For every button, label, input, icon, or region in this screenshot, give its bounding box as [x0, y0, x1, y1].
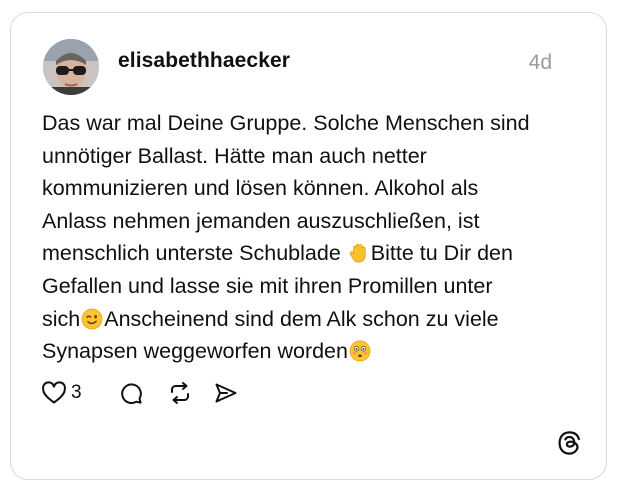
post-line: Gefallen und lasse sie mit ihren Promill…: [42, 273, 493, 298]
heart-icon: [42, 381, 66, 404]
threads-logo-icon: [558, 431, 580, 455]
avatar[interactable]: [43, 39, 99, 95]
raised-hand-emoji: [349, 244, 366, 263]
repost-icon: [171, 382, 189, 404]
username[interactable]: elisabethhaecker: [118, 49, 290, 73]
repost-button[interactable]: [167, 379, 193, 407]
post-timestamp: 4d: [528, 51, 552, 74]
post-line-segment: Synapsen weggeworfen worden: [42, 339, 348, 364]
post-line: Das war mal Deine Gruppe. Solche Mensche…: [42, 111, 530, 135]
post-line-segment: menschlich unterste Schublade: [42, 241, 347, 266]
like-count: 3: [71, 382, 82, 403]
post-line-segment: Bitte tu Dir den: [370, 241, 513, 266]
post-line: kommunizieren und lösen können. Alkohol …: [42, 176, 479, 201]
flushed-face-emoji: [349, 340, 371, 362]
post-card: elisabethhaecker 4d Das war mal Deine Gr…: [10, 12, 607, 480]
post-line: Anlass nehmen jemanden auszuschließen, i…: [42, 208, 480, 233]
avatar-photo: [43, 39, 99, 95]
like-button[interactable]: 3: [41, 379, 82, 407]
post-line: sich Anscheinend sind dem Alk schon zu vi…: [42, 303, 572, 336]
post-line: Synapsen weggeworfen worden: [42, 335, 572, 368]
post-line-segment: sich: [42, 306, 81, 331]
comment-icon: [121, 383, 142, 405]
comment-button[interactable]: [119, 379, 143, 407]
share-button[interactable]: [213, 379, 239, 407]
post-text: Das war mal Deine Gruppe. Solche Mensche…: [42, 107, 572, 368]
post-line-segment: Anscheinend sind dem Alk schon zu viele: [104, 306, 499, 331]
post-line: unnötiger Ballast. Hätte man auch netter: [42, 143, 427, 168]
winking-face-emoji: [81, 308, 103, 330]
share-icon: [215, 383, 237, 403]
post-line: menschlich unterste Schublade Bitte tu D…: [42, 237, 572, 270]
